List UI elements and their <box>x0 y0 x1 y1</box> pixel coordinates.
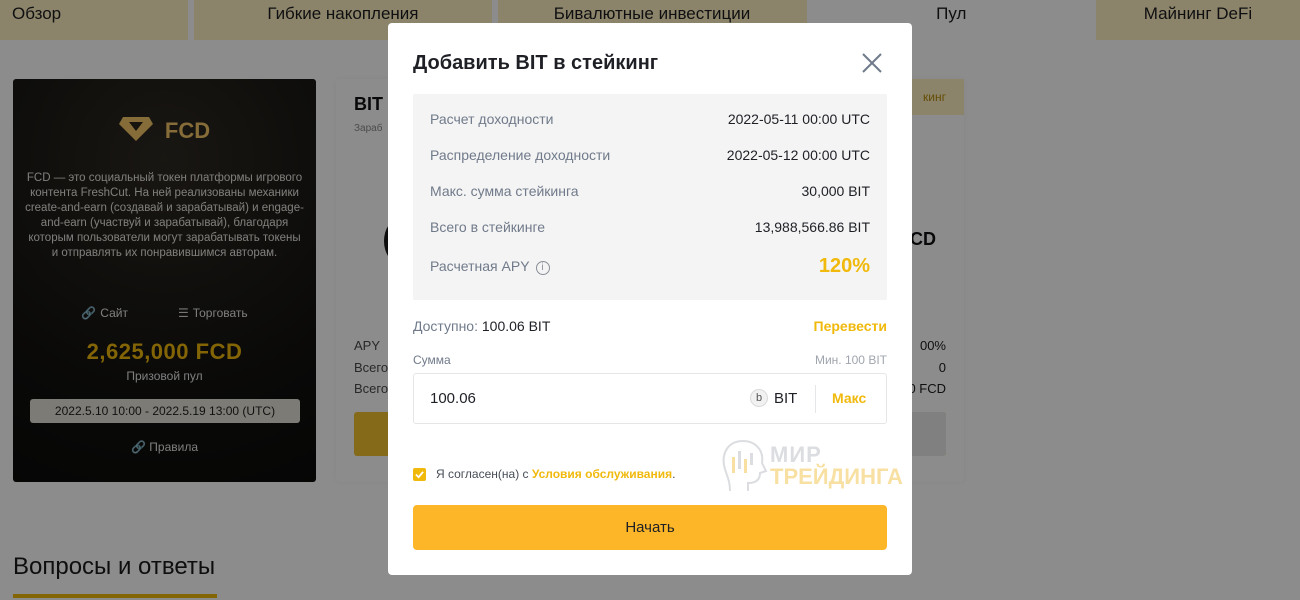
stake-modal: Добавить BIT в стейкинг Расчет доходност… <box>388 23 912 575</box>
apy-value: 120% <box>818 255 870 277</box>
max-button[interactable]: Макс <box>832 390 866 406</box>
check-icon <box>415 470 424 479</box>
start-button[interactable]: Начать <box>413 505 887 550</box>
available-balance: Доступно: 100.06 BIT <box>413 318 551 334</box>
info-row-total-staked: Всего в стейкинге 13,988,566.86 BIT <box>430 219 870 235</box>
info-row-calc: Расчет доходности 2022-05-11 00:00 UTC <box>430 111 870 127</box>
staking-info-box: Расчет доходности 2022-05-11 00:00 UTC Р… <box>413 94 887 300</box>
transfer-link[interactable]: Перевести <box>814 318 887 334</box>
terms-agreement: Я согласен(на) с Условия обслуживания. <box>413 467 675 481</box>
modal-title: Добавить BIT в стейкинг <box>413 52 659 74</box>
min-amount-label: Мин. 100 BIT <box>814 353 887 367</box>
info-row-distribution: Распределение доходности 2022-05-12 00:0… <box>430 147 870 163</box>
info-row-apy: Расчетная APY i 120% <box>430 255 870 277</box>
info-row-max-stake: Макс. сумма стейкинга 30,000 BIT <box>430 183 870 199</box>
agree-checkbox[interactable] <box>413 467 426 481</box>
bit-coin-icon: b <box>750 389 768 407</box>
terms-link[interactable]: Условия обслуживания <box>532 467 672 481</box>
amount-input[interactable] <box>430 374 730 423</box>
info-icon[interactable]: i <box>535 260 550 275</box>
amount-field: b BIT Макс <box>413 373 887 424</box>
divider <box>815 385 816 413</box>
amount-label: Сумма <box>413 353 451 367</box>
close-icon[interactable] <box>860 51 884 75</box>
amount-unit: BIT <box>774 390 798 407</box>
